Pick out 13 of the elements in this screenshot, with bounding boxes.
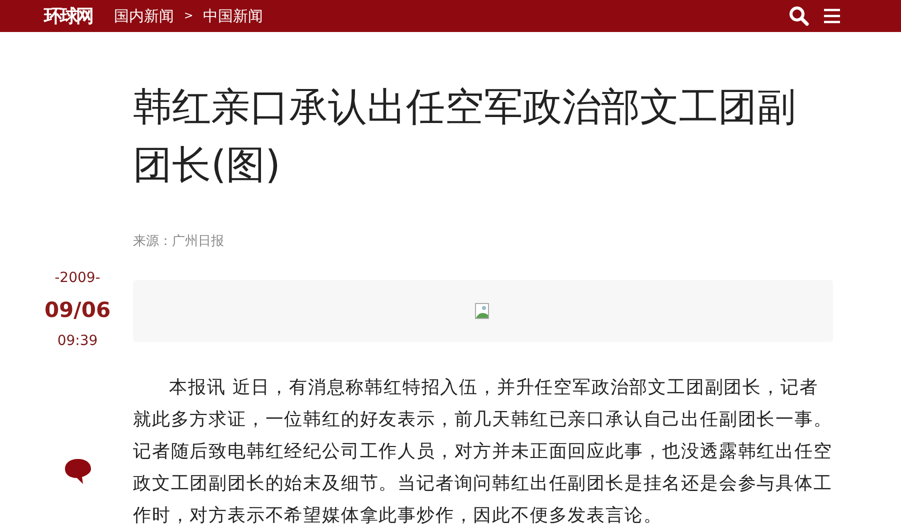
search-icon[interactable] bbox=[789, 6, 809, 26]
article-title: 韩红亲口承认出任空军政治部文工团副团长(图) bbox=[133, 84, 797, 190]
comment-icon[interactable] bbox=[62, 456, 92, 484]
article-paragraph: 本报讯 近日，有消息称韩红特招入伍，并升任空军政治部文工团副团长，记者就此多方求证，一位韩红的好友表示，前几天韩红已亲口承认自己出任副团长一事。记者随后致电韩红经纪公司工作人员，对方并未正面回应此事，也没透露韩红出任空政文工团副团长的始末及细节。当记者询问韩红出任副团长是挂名还是会参与具体工作时，对方表示不希望媒体拿此事炒作，因此不便多发表言论。 bbox=[133, 376, 833, 524]
date-time: 09:39 bbox=[57, 332, 98, 350]
breadcrumb-link[interactable]: 国内新闻 bbox=[114, 4, 174, 28]
breadcrumb-link[interactable]: 中国新闻 bbox=[203, 4, 264, 28]
breadcrumb-separator: > bbox=[184, 8, 194, 24]
article-source: 来源：广州日报 bbox=[133, 233, 225, 251]
date-year: -2009- bbox=[54, 269, 100, 288]
site-logo[interactable]: 环球网 bbox=[44, 2, 92, 30]
date-day: 09/06 bbox=[44, 295, 111, 326]
menu-icon[interactable] bbox=[823, 7, 841, 25]
